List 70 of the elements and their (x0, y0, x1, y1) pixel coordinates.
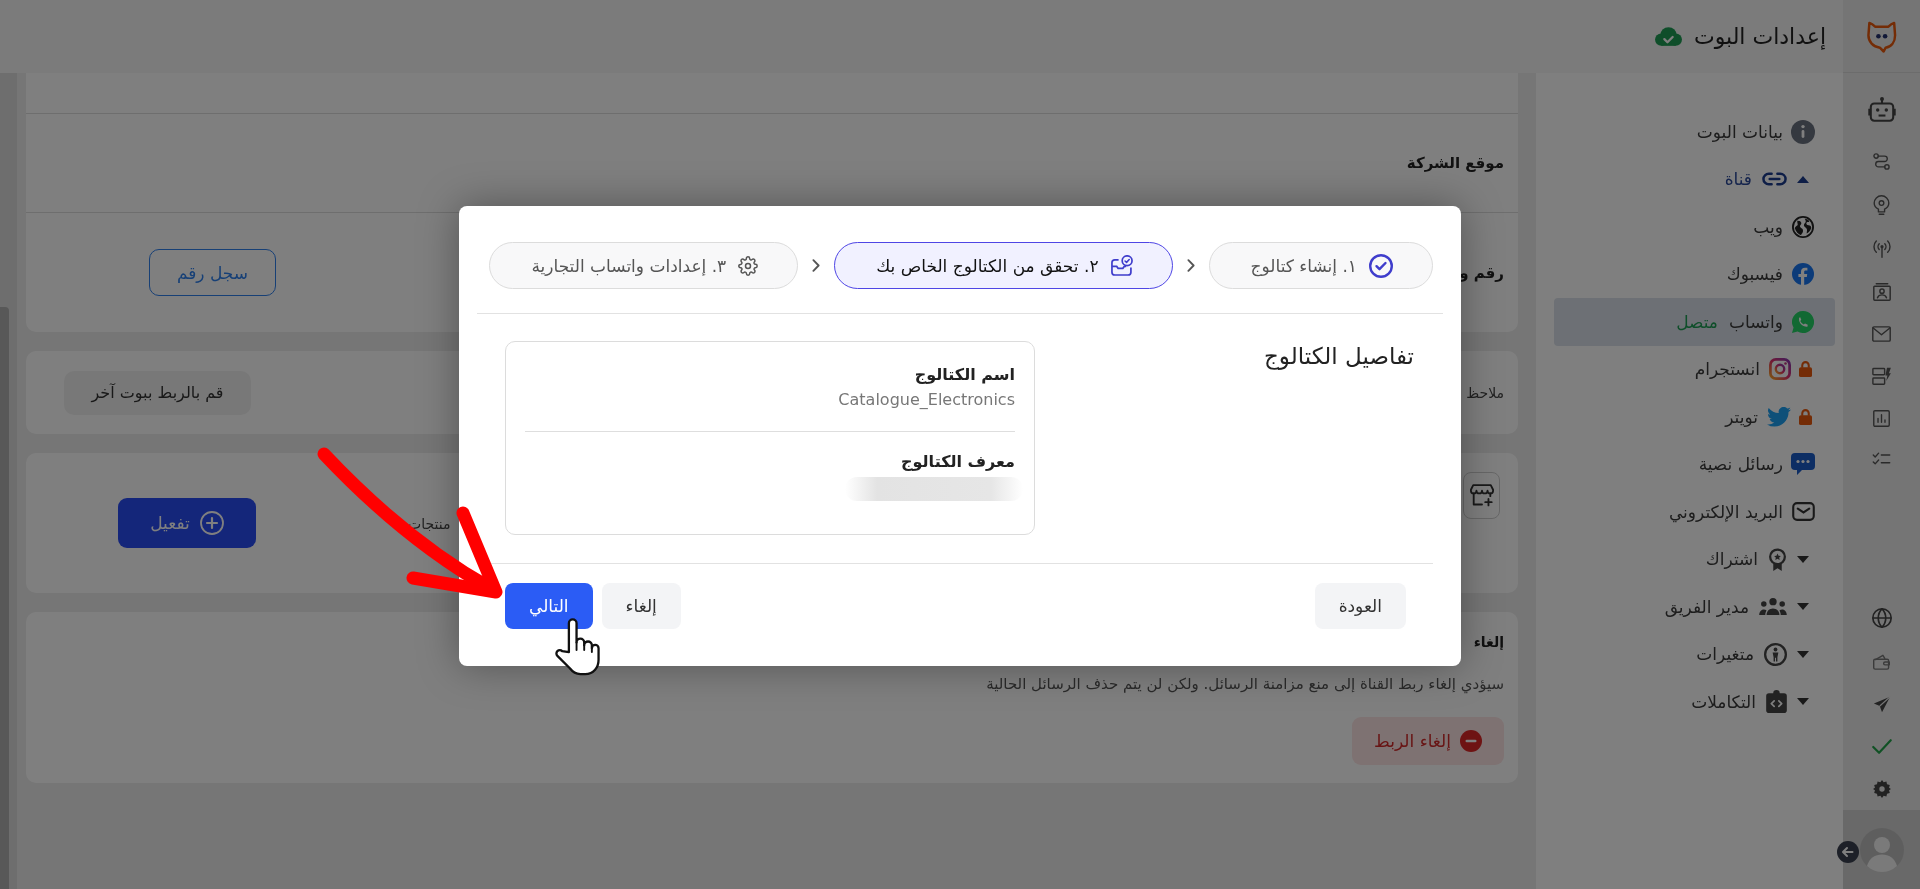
page-title: إعدادات البوت (1693, 24, 1826, 49)
minus-circle-icon (1459, 730, 1482, 752)
settings-icon[interactable] (1872, 780, 1891, 798)
sidebar-item[interactable]: اشتراك (1554, 535, 1835, 583)
sidebar-item[interactable]: فيسبوك (1554, 250, 1835, 298)
wizard-step[interactable]: ٢. تحقق من الكتالوج الخاص بك (834, 242, 1173, 289)
sidebar-item[interactable]: متغيرات (1554, 630, 1835, 678)
activate-button[interactable]: تفعيل (118, 498, 256, 548)
wizard-step[interactable]: ٣. إعدادات واتساب التجارية (489, 242, 799, 289)
link-bot-button[interactable]: قم بالربط ببوت آخر (64, 370, 251, 415)
field-value: Catalogue_Electronics (838, 389, 1015, 411)
server-bolt-icon[interactable] (1872, 367, 1891, 385)
contact-card-icon[interactable] (1872, 283, 1891, 301)
chat-bubble-icon (1791, 453, 1815, 476)
twitter-icon (1767, 406, 1791, 427)
sidebar-item[interactable]: بيانات البوت (1554, 108, 1835, 156)
checklist-icon[interactable] (1872, 452, 1891, 465)
antenna-icon[interactable] (1872, 240, 1891, 258)
sidebar-item[interactable]: انستجرام (1554, 345, 1835, 393)
sidebar-item[interactable]: تويتر (1554, 393, 1835, 441)
lightbulb-icon[interactable] (1873, 195, 1890, 215)
unlink-button[interactable]: إلغاء الربط (1352, 717, 1504, 765)
link-icon (1762, 172, 1787, 187)
cloud-check-icon (1654, 27, 1682, 46)
person-icon (1764, 642, 1787, 666)
sidebar-item[interactable]: ويب (1554, 203, 1835, 251)
wallet-icon[interactable] (1873, 654, 1890, 670)
status-label: متصل (1676, 311, 1718, 332)
sidebar-item[interactable]: رسائل نصية (1554, 440, 1835, 488)
field-label: معرف الكتالوج (901, 451, 1015, 473)
next-button[interactable]: التالي (505, 583, 593, 629)
app-logo[interactable] (1866, 19, 1897, 53)
mail-icon[interactable] (1872, 326, 1891, 342)
back-button[interactable]: العودة (1314, 583, 1406, 629)
field-label: اسم الكتالوج (914, 364, 1015, 386)
folder-check-icon (1110, 255, 1133, 276)
award-icon (1768, 547, 1787, 571)
info-icon (1791, 119, 1815, 144)
whatsapp-icon (1792, 310, 1814, 333)
settings-icon (738, 255, 759, 276)
register-button[interactable]: سجل رقم (149, 249, 276, 296)
chevron-icon (812, 259, 821, 272)
users-icon (1759, 598, 1787, 616)
sidebar-item[interactable]: واتساب متصل (1554, 298, 1835, 346)
description-text: سيؤدي إلغاء ربط القناة إلى منع مزامنة الرسائل. ولكن لن يتم حذف الرسائل الحالية (986, 674, 1504, 695)
globe-icon[interactable] (1871, 608, 1892, 628)
robot-icon[interactable] (1867, 97, 1896, 122)
sidebar-item[interactable]: التكاملات (1554, 678, 1835, 726)
instagram-icon (1769, 358, 1791, 381)
chevron-icon (1186, 259, 1195, 272)
globe-icon (1792, 215, 1814, 238)
facebook-icon (1792, 263, 1814, 286)
route-icon[interactable] (1873, 153, 1890, 170)
mail-icon (1791, 502, 1815, 522)
cancel-button[interactable]: إلغاء (601, 583, 681, 629)
send-icon[interactable] (1872, 696, 1891, 713)
check-icon[interactable] (1871, 739, 1892, 754)
section-title: إلغاء (1473, 633, 1504, 652)
section-title: تفاصيل الكتالوج (1263, 343, 1414, 369)
code-icon (1766, 690, 1787, 714)
plus-circle-icon (199, 511, 224, 535)
check-circle-icon (1369, 253, 1393, 278)
sidebar-item[interactable]: البريد الإلكتروني (1554, 488, 1835, 536)
sidebar-item[interactable]: قناة (1554, 155, 1835, 203)
field-label: موقع الشركة (1406, 154, 1504, 172)
wizard-step[interactable]: ١. إنشاء كتالوج (1208, 242, 1433, 289)
bar-chart-icon[interactable] (1873, 410, 1890, 427)
sidebar-item[interactable]: مدير الفريق (1554, 583, 1835, 631)
note-text: ملاحظ (1466, 384, 1504, 401)
store-plus-icon[interactable] (1463, 472, 1500, 519)
